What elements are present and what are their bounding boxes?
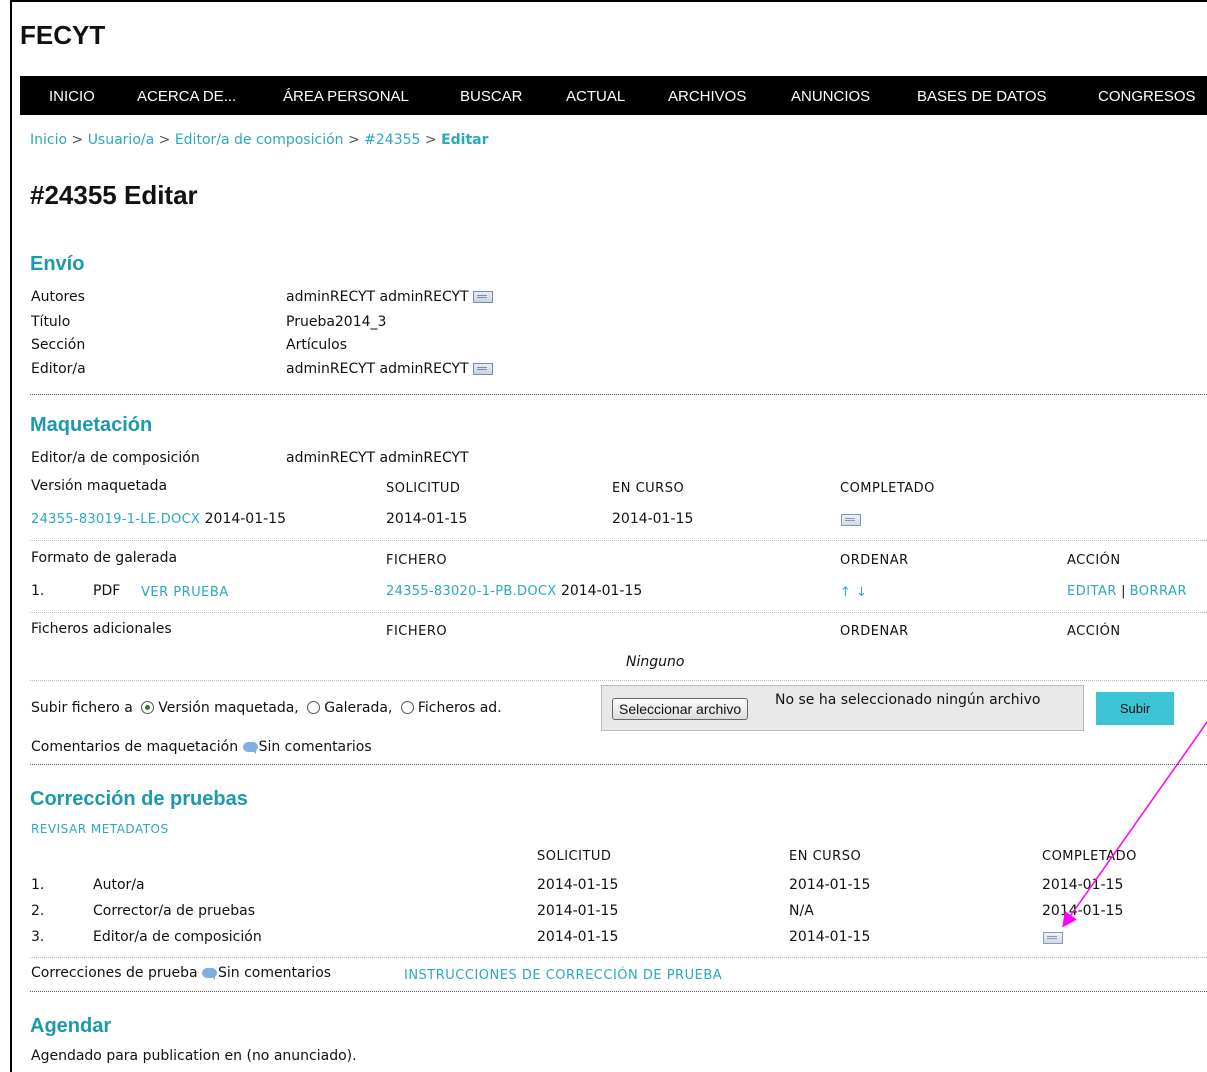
- annotation-arrow: [1062, 720, 1207, 928]
